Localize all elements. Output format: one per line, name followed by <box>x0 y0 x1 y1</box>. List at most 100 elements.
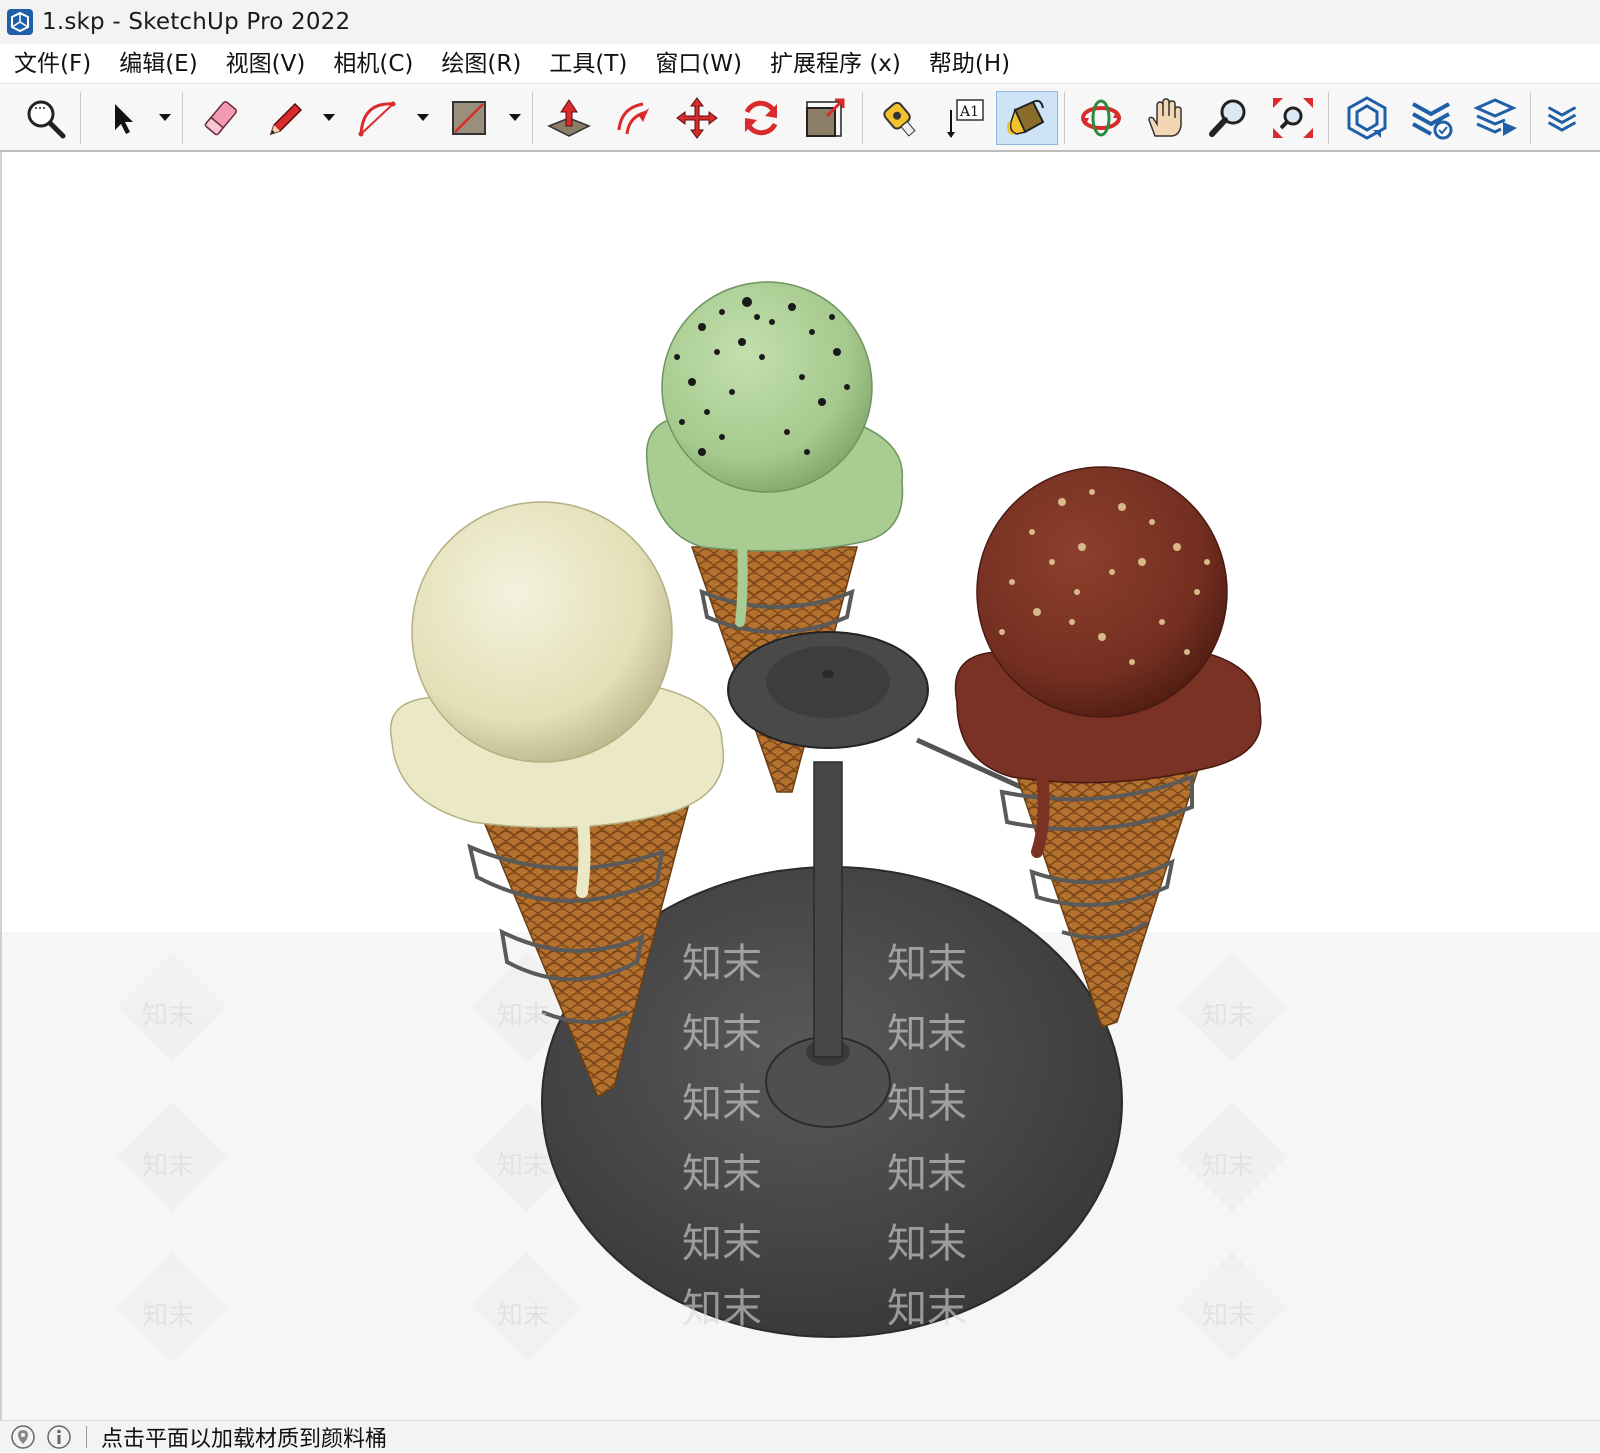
rectangle-icon <box>452 101 486 135</box>
text-icon: A1 <box>947 99 984 138</box>
svg-text:知末: 知末 <box>887 1151 967 1197</box>
ice-cream-stand-model: 知末 知末 知末 知末 知末 知末 知末 知末 知末 知末 知末 知末 知末 知… <box>2 281 1600 1420</box>
svg-text:知末: 知末 <box>682 1081 762 1127</box>
svg-text:知末: 知末 <box>887 1081 967 1127</box>
svg-text:知末: 知末 <box>682 941 762 987</box>
stand-top-tray <box>727 631 929 749</box>
layout-icon <box>1473 98 1517 136</box>
main-toolbar: A1 <box>0 84 1600 152</box>
status-message: 点击平面以加载材质到颜料桶 <box>101 1426 388 1452</box>
zoom-button[interactable] <box>1202 91 1256 145</box>
menu-extensions[interactable]: 扩展程序 (x) <box>756 44 915 84</box>
window-title: 1.skp - SketchUp Pro 2022 <box>42 9 351 35</box>
extension-warehouse-icon <box>1412 102 1453 140</box>
svg-text:A1: A1 <box>959 104 979 120</box>
scale-icon <box>806 98 845 137</box>
select-dropdown-arrow[interactable] <box>156 108 174 126</box>
svg-text:知末: 知末 <box>682 1221 762 1267</box>
orbit-icon <box>1081 99 1121 137</box>
scale-button[interactable] <box>798 91 852 145</box>
svg-text:知末: 知末 <box>142 1151 194 1181</box>
menu-help[interactable]: 帮助(H) <box>915 44 1024 84</box>
geo-location-icon[interactable] <box>10 1424 36 1450</box>
tape-measure-icon <box>883 101 916 137</box>
svg-text:知末: 知末 <box>497 1001 549 1031</box>
menu-camera[interactable]: 相机(C) <box>319 44 427 84</box>
svg-text:知末: 知末 <box>1202 1301 1254 1331</box>
rotate-button[interactable] <box>734 91 788 145</box>
pencil-icon <box>269 102 303 136</box>
toolbar-separator <box>1328 92 1329 144</box>
paint-bucket-button[interactable] <box>996 91 1058 145</box>
line-tool-button[interactable] <box>258 91 312 145</box>
svg-text:知末: 知末 <box>887 941 967 987</box>
toolbar-separator <box>1064 92 1065 144</box>
extension-icon <box>1547 106 1577 132</box>
extension-warehouse-button[interactable] <box>1404 91 1458 145</box>
arc-icon <box>358 101 396 137</box>
svg-text:知末: 知末 <box>1202 1001 1254 1031</box>
svg-text:知末: 知末 <box>682 1011 762 1057</box>
status-divider <box>86 1425 87 1448</box>
menu-edit[interactable]: 编辑(E) <box>105 44 211 84</box>
send-to-layout-button[interactable] <box>1468 91 1522 145</box>
arc-tool-button[interactable] <box>350 91 404 145</box>
toolbar-separator <box>80 92 81 144</box>
magnifier-icon <box>27 100 66 139</box>
eraser-icon <box>204 101 237 136</box>
tape-measure-button[interactable] <box>872 91 926 145</box>
title-bar: 1.skp - SketchUp Pro 2022 <box>0 0 1600 44</box>
svg-text:知末: 知末 <box>497 1151 549 1181</box>
eraser-button[interactable] <box>194 91 248 145</box>
offset-button[interactable] <box>606 91 660 145</box>
offset-icon <box>617 102 649 135</box>
svg-text:知末: 知末 <box>497 1301 549 1331</box>
svg-text:知末: 知末 <box>682 1286 762 1332</box>
menu-bar: 文件(F) 编辑(E) 视图(V) 相机(C) 绘图(R) 工具(T) 窗口(W… <box>0 44 1600 84</box>
paint-bucket-icon <box>1007 99 1045 136</box>
toolbar-separator <box>182 92 183 144</box>
toolbar-overflow-button[interactable] <box>1540 91 1580 145</box>
zoom-icon <box>1209 99 1246 137</box>
svg-text:知末: 知末 <box>682 1151 762 1197</box>
select-button[interactable] <box>96 91 150 145</box>
toolbar-separator <box>1530 92 1531 144</box>
warehouse-icon <box>1347 96 1387 140</box>
zoom-window-button[interactable] <box>18 91 72 145</box>
menu-view[interactable]: 视图(V) <box>212 44 320 84</box>
push-pull-button[interactable] <box>542 91 596 145</box>
svg-text:知末: 知末 <box>142 1001 194 1031</box>
push-pull-icon <box>547 99 591 137</box>
line-dropdown-arrow[interactable] <box>320 108 338 126</box>
menu-file[interactable]: 文件(F) <box>0 44 105 84</box>
model-viewport[interactable]: 知末 知末 知末 知末 知末 知末 知末 知末 知末 知末 知末 知末 知末 知… <box>0 152 1600 1420</box>
toolbar-separator <box>862 92 863 144</box>
menu-tools[interactable]: 工具(T) <box>535 44 641 84</box>
svg-text:知末: 知末 <box>887 1011 967 1057</box>
hand-icon <box>1148 98 1182 137</box>
move-button[interactable] <box>670 91 724 145</box>
rectangle-dropdown-arrow[interactable] <box>506 108 524 126</box>
svg-text:知末: 知末 <box>887 1286 967 1332</box>
3d-warehouse-button[interactable] <box>1340 91 1394 145</box>
pan-button[interactable] <box>1138 91 1192 145</box>
rotate-icon <box>744 100 778 136</box>
status-bar: 点击平面以加载材质到颜料桶 <box>0 1420 1600 1452</box>
zoom-extents-icon <box>1273 98 1313 138</box>
stand-pole <box>813 761 843 1058</box>
menu-draw[interactable]: 绘图(R) <box>427 44 535 84</box>
text-tool-button[interactable]: A1 <box>936 91 990 145</box>
svg-text:知末: 知末 <box>1202 1151 1254 1181</box>
arc-dropdown-arrow[interactable] <box>414 108 432 126</box>
orbit-button[interactable] <box>1074 91 1128 145</box>
rectangle-tool-button[interactable] <box>442 91 496 145</box>
move-icon <box>676 97 718 139</box>
toolbar-separator <box>532 92 533 144</box>
svg-text:知末: 知末 <box>142 1301 194 1331</box>
info-icon[interactable] <box>46 1424 72 1450</box>
svg-text:知末: 知末 <box>887 1221 967 1267</box>
arrow-cursor-icon <box>115 104 133 134</box>
sketchup-app-icon <box>6 8 34 36</box>
menu-window[interactable]: 窗口(W) <box>641 44 756 84</box>
zoom-extents-button[interactable] <box>1266 91 1320 145</box>
